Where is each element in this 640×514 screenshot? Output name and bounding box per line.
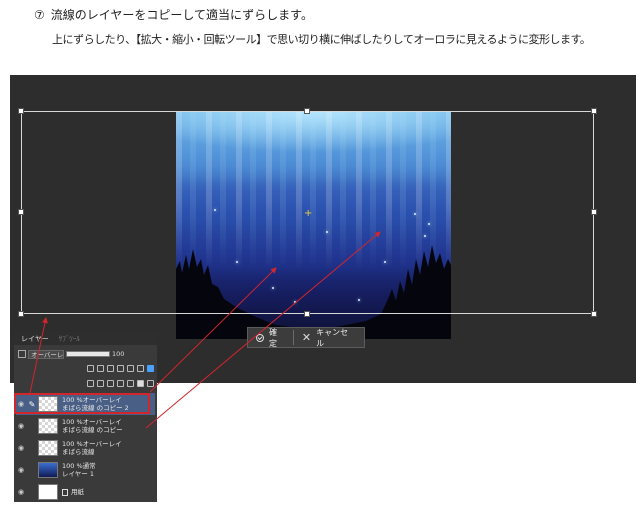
annotation-arrows: [29, 231, 381, 429]
arrow-to-aurora-right: [145, 231, 381, 429]
arrow-to-aurora-center: [149, 267, 277, 393]
arrow-to-box-corner: [29, 317, 48, 394]
